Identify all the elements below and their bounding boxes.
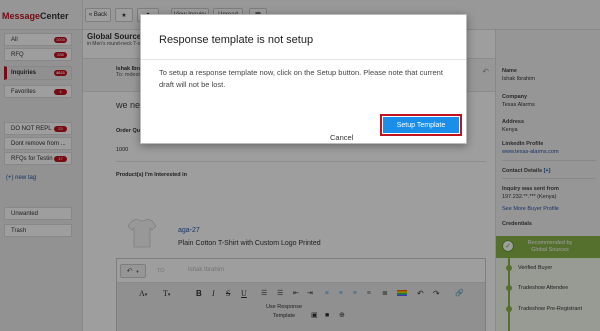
setup-template-label: Setup Template — [383, 117, 459, 133]
dialog-title: Response template is not setup — [159, 34, 314, 46]
template-not-setup-dialog: Response template is not setup To setup … — [140, 14, 467, 144]
setup-template-button[interactable]: Setup Template — [380, 114, 462, 136]
divider — [141, 59, 466, 60]
dialog-message: To setup a response template now, click … — [159, 68, 443, 89]
cancel-button[interactable]: Cancel — [330, 133, 353, 142]
